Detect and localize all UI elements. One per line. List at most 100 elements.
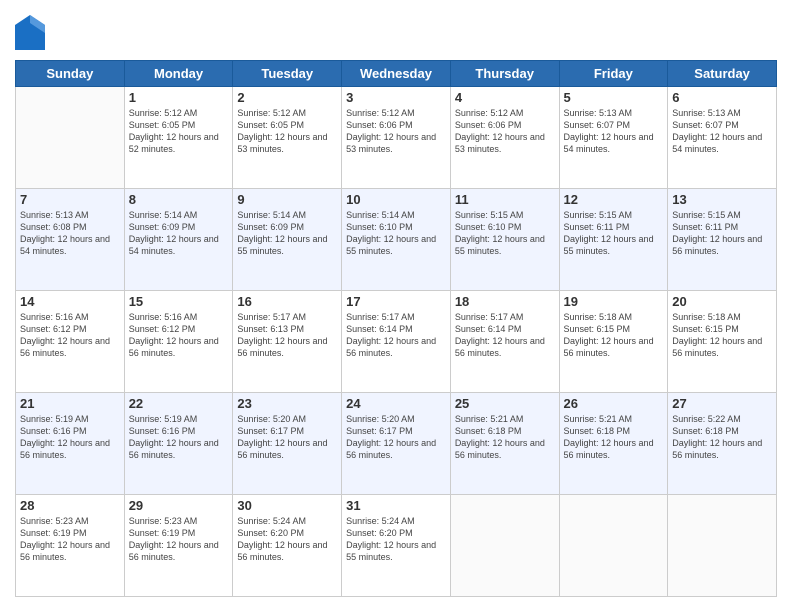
calendar-cell: 16 Sunrise: 5:17 AM Sunset: 6:13 PM Dayli… [233,291,342,393]
day-number: 19 [564,294,664,309]
day-info: Sunrise: 5:13 AM Sunset: 6:07 PM Dayligh… [564,107,664,156]
day-info: Sunrise: 5:15 AM Sunset: 6:11 PM Dayligh… [672,209,772,258]
calendar-cell: 7 Sunrise: 5:13 AM Sunset: 6:08 PM Daylig… [16,189,125,291]
calendar-week-1: 1 Sunrise: 5:12 AM Sunset: 6:05 PM Daylig… [16,87,777,189]
day-info: Sunrise: 5:16 AM Sunset: 6:12 PM Dayligh… [129,311,229,360]
day-number: 16 [237,294,337,309]
day-info: Sunrise: 5:12 AM Sunset: 6:06 PM Dayligh… [455,107,555,156]
day-number: 18 [455,294,555,309]
weekday-header-row: SundayMondayTuesdayWednesdayThursdayFrid… [16,61,777,87]
day-number: 13 [672,192,772,207]
day-info: Sunrise: 5:19 AM Sunset: 6:16 PM Dayligh… [129,413,229,462]
day-info: Sunrise: 5:24 AM Sunset: 6:20 PM Dayligh… [237,515,337,564]
day-info: Sunrise: 5:17 AM Sunset: 6:14 PM Dayligh… [455,311,555,360]
calendar-cell [668,495,777,597]
day-number: 29 [129,498,229,513]
calendar-cell: 20 Sunrise: 5:18 AM Sunset: 6:15 PM Dayli… [668,291,777,393]
calendar-cell: 30 Sunrise: 5:24 AM Sunset: 6:20 PM Dayli… [233,495,342,597]
day-number: 17 [346,294,446,309]
calendar-table: SundayMondayTuesdayWednesdayThursdayFrid… [15,60,777,597]
logo [15,15,47,50]
day-info: Sunrise: 5:17 AM Sunset: 6:13 PM Dayligh… [237,311,337,360]
day-info: Sunrise: 5:14 AM Sunset: 6:10 PM Dayligh… [346,209,446,258]
weekday-header-wednesday: Wednesday [342,61,451,87]
day-info: Sunrise: 5:23 AM Sunset: 6:19 PM Dayligh… [129,515,229,564]
calendar-cell: 18 Sunrise: 5:17 AM Sunset: 6:14 PM Dayli… [450,291,559,393]
day-info: Sunrise: 5:12 AM Sunset: 6:05 PM Dayligh… [237,107,337,156]
calendar-week-5: 28 Sunrise: 5:23 AM Sunset: 6:19 PM Dayli… [16,495,777,597]
calendar-week-4: 21 Sunrise: 5:19 AM Sunset: 6:16 PM Dayli… [16,393,777,495]
day-info: Sunrise: 5:21 AM Sunset: 6:18 PM Dayligh… [455,413,555,462]
day-info: Sunrise: 5:16 AM Sunset: 6:12 PM Dayligh… [20,311,120,360]
page: SundayMondayTuesdayWednesdayThursdayFrid… [0,0,792,612]
calendar-week-3: 14 Sunrise: 5:16 AM Sunset: 6:12 PM Dayli… [16,291,777,393]
weekday-header-saturday: Saturday [668,61,777,87]
day-info: Sunrise: 5:24 AM Sunset: 6:20 PM Dayligh… [346,515,446,564]
calendar-cell: 29 Sunrise: 5:23 AM Sunset: 6:19 PM Dayli… [124,495,233,597]
calendar-cell: 6 Sunrise: 5:13 AM Sunset: 6:07 PM Daylig… [668,87,777,189]
day-number: 23 [237,396,337,411]
calendar-cell: 28 Sunrise: 5:23 AM Sunset: 6:19 PM Dayli… [16,495,125,597]
calendar-cell: 11Sunrise: 5:15 AM Sunset: 6:10 PM Dayli… [450,189,559,291]
day-number: 31 [346,498,446,513]
day-info: Sunrise: 5:23 AM Sunset: 6:19 PM Dayligh… [20,515,120,564]
day-number: 2 [237,90,337,105]
day-number: 21 [20,396,120,411]
day-info: Sunrise: 5:14 AM Sunset: 6:09 PM Dayligh… [237,209,337,258]
weekday-header-friday: Friday [559,61,668,87]
calendar-cell: 5 Sunrise: 5:13 AM Sunset: 6:07 PM Daylig… [559,87,668,189]
day-number: 30 [237,498,337,513]
day-number: 15 [129,294,229,309]
day-number: 4 [455,90,555,105]
day-number: 8 [129,192,229,207]
weekday-header-sunday: Sunday [16,61,125,87]
day-number: 9 [237,192,337,207]
calendar-cell: 13 Sunrise: 5:15 AM Sunset: 6:11 PM Dayli… [668,189,777,291]
day-info: Sunrise: 5:22 AM Sunset: 6:18 PM Dayligh… [672,413,772,462]
day-info: Sunrise: 5:15 AM Sunset: 6:10 PM Dayligh… [455,209,555,258]
calendar-cell: 3 Sunrise: 5:12 AM Sunset: 6:06 PM Daylig… [342,87,451,189]
day-info: Sunrise: 5:20 AM Sunset: 6:17 PM Dayligh… [237,413,337,462]
day-number: 25 [455,396,555,411]
calendar-cell: 8 Sunrise: 5:14 AM Sunset: 6:09 PM Daylig… [124,189,233,291]
calendar-cell: 10Sunrise: 5:14 AM Sunset: 6:10 PM Dayli… [342,189,451,291]
calendar-cell: 22 Sunrise: 5:19 AM Sunset: 6:16 PM Dayli… [124,393,233,495]
calendar-cell: 23 Sunrise: 5:20 AM Sunset: 6:17 PM Dayli… [233,393,342,495]
calendar-cell: 9 Sunrise: 5:14 AM Sunset: 6:09 PM Daylig… [233,189,342,291]
calendar-cell: 2 Sunrise: 5:12 AM Sunset: 6:05 PM Daylig… [233,87,342,189]
day-number: 20 [672,294,772,309]
day-info: Sunrise: 5:15 AM Sunset: 6:11 PM Dayligh… [564,209,664,258]
weekday-header-tuesday: Tuesday [233,61,342,87]
day-number: 7 [20,192,120,207]
calendar-cell: 31 Sunrise: 5:24 AM Sunset: 6:20 PM Dayli… [342,495,451,597]
calendar-cell: 24Sunrise: 5:20 AM Sunset: 6:17 PM Dayli… [342,393,451,495]
calendar-cell: 27Sunrise: 5:22 AM Sunset: 6:18 PM Dayli… [668,393,777,495]
day-number: 28 [20,498,120,513]
day-info: Sunrise: 5:12 AM Sunset: 6:06 PM Dayligh… [346,107,446,156]
calendar-cell: 14 Sunrise: 5:16 AM Sunset: 6:12 PM Dayli… [16,291,125,393]
day-number: 1 [129,90,229,105]
calendar-cell: 25 Sunrise: 5:21 AM Sunset: 6:18 PM Dayli… [450,393,559,495]
calendar-cell [450,495,559,597]
calendar-cell: 21 Sunrise: 5:19 AM Sunset: 6:16 PM Dayli… [16,393,125,495]
calendar-cell: 19Sunrise: 5:18 AM Sunset: 6:15 PM Dayli… [559,291,668,393]
day-number: 14 [20,294,120,309]
header [15,15,777,50]
day-info: Sunrise: 5:12 AM Sunset: 6:05 PM Dayligh… [129,107,229,156]
calendar-cell: 4 Sunrise: 5:12 AM Sunset: 6:06 PM Daylig… [450,87,559,189]
weekday-header-thursday: Thursday [450,61,559,87]
day-number: 12 [564,192,664,207]
day-info: Sunrise: 5:14 AM Sunset: 6:09 PM Dayligh… [129,209,229,258]
day-number: 22 [129,396,229,411]
day-info: Sunrise: 5:13 AM Sunset: 6:07 PM Dayligh… [672,107,772,156]
day-info: Sunrise: 5:20 AM Sunset: 6:17 PM Dayligh… [346,413,446,462]
day-number: 5 [564,90,664,105]
calendar-cell [16,87,125,189]
day-info: Sunrise: 5:19 AM Sunset: 6:16 PM Dayligh… [20,413,120,462]
day-number: 6 [672,90,772,105]
day-number: 3 [346,90,446,105]
calendar-week-2: 7 Sunrise: 5:13 AM Sunset: 6:08 PM Daylig… [16,189,777,291]
day-info: Sunrise: 5:18 AM Sunset: 6:15 PM Dayligh… [672,311,772,360]
day-info: Sunrise: 5:13 AM Sunset: 6:08 PM Dayligh… [20,209,120,258]
calendar-cell: 15 Sunrise: 5:16 AM Sunset: 6:12 PM Dayli… [124,291,233,393]
